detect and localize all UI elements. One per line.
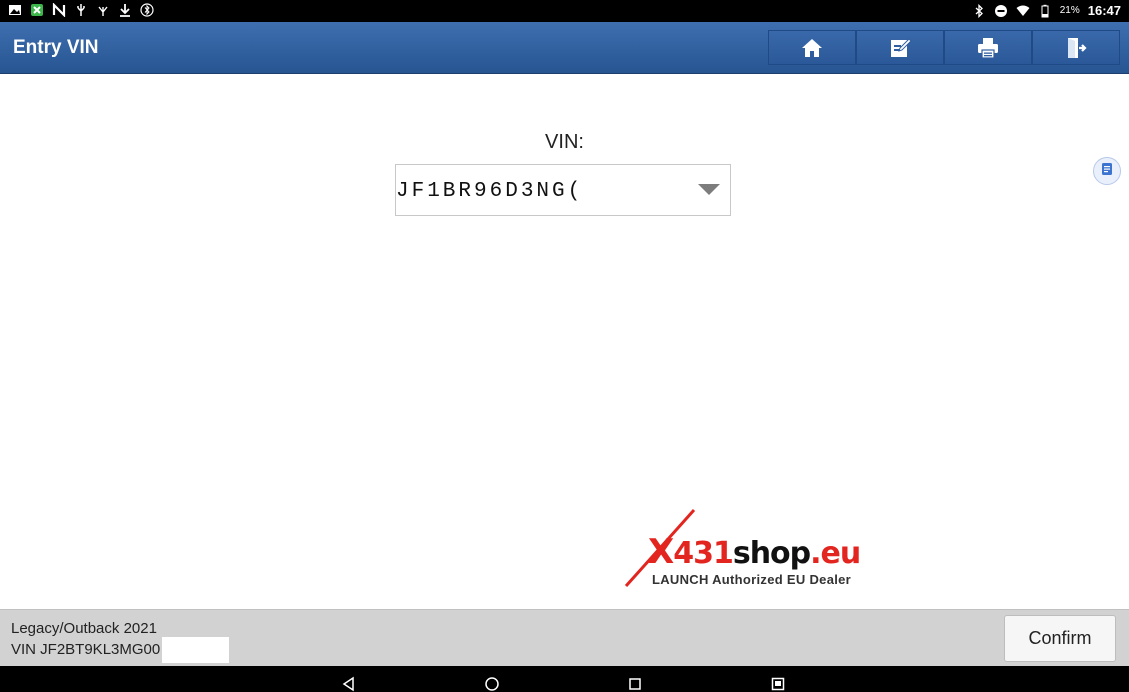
status-bar: 21% 16:47 [0,0,1129,22]
vin-dropdown[interactable]: JF1BR96D3NG( [395,164,731,216]
exit-icon [1064,36,1088,60]
vehicle-model: Legacy/Outback 2021 [11,620,157,637]
floating-notes-button[interactable] [1093,157,1121,185]
app-icon [30,3,44,17]
navigation-bar [0,666,1129,692]
image-icon [8,3,22,17]
wifi-icon [1016,4,1030,18]
print-icon [976,36,1000,60]
recents-icon[interactable] [627,676,643,692]
home-button[interactable] [768,30,856,65]
dnd-icon [994,4,1008,18]
usb-icon [74,3,88,17]
dropdown-arrow-icon[interactable] [698,184,720,195]
vin-value: JF1BR96D3NG( [396,180,584,203]
exit-button[interactable] [1032,30,1120,65]
bluetooth-settings-icon [140,3,154,17]
clock: 16:47 [1087,3,1121,18]
home-nav-icon[interactable] [484,676,500,692]
footer-vin: VIN JF2BT9KL3MG00 [11,641,161,658]
bluetooth-icon [972,3,986,18]
download-icon [118,3,132,17]
battery-percent: 21% [1059,5,1080,16]
logo-wordmark: X431shop.eu [648,532,861,572]
edit-icon [888,36,912,60]
footer-redaction-mask [162,637,229,663]
page-title: Entry VIN [13,37,99,58]
title-bar: Entry VIN [0,22,1129,74]
home-icon [800,36,824,60]
back-icon[interactable] [341,676,357,692]
redaction-mask [594,173,682,209]
print-button[interactable] [944,30,1032,65]
confirm-button[interactable]: Confirm [1004,615,1116,662]
notes-icon [1099,161,1115,182]
footer-bar: Legacy/Outback 2021 VIN JF2BT9KL3MG00 Co… [0,609,1129,666]
screen: 21% 16:47 Entry VIN VIN: JF1BR96D3NG(X4… [0,0,1129,692]
edit-button[interactable] [856,30,944,65]
screenshot-icon[interactable] [770,676,786,692]
usb-debug-icon [96,3,110,17]
toolbar [768,30,1120,65]
vin-label: VIN: [545,131,584,153]
watermark-logo: X431shop.eu LAUNCH Authorized EU Dealer [622,508,882,590]
battery-icon [1038,4,1052,18]
logo-tagline: LAUNCH Authorized EU Dealer [652,572,852,587]
n-icon [52,3,66,17]
